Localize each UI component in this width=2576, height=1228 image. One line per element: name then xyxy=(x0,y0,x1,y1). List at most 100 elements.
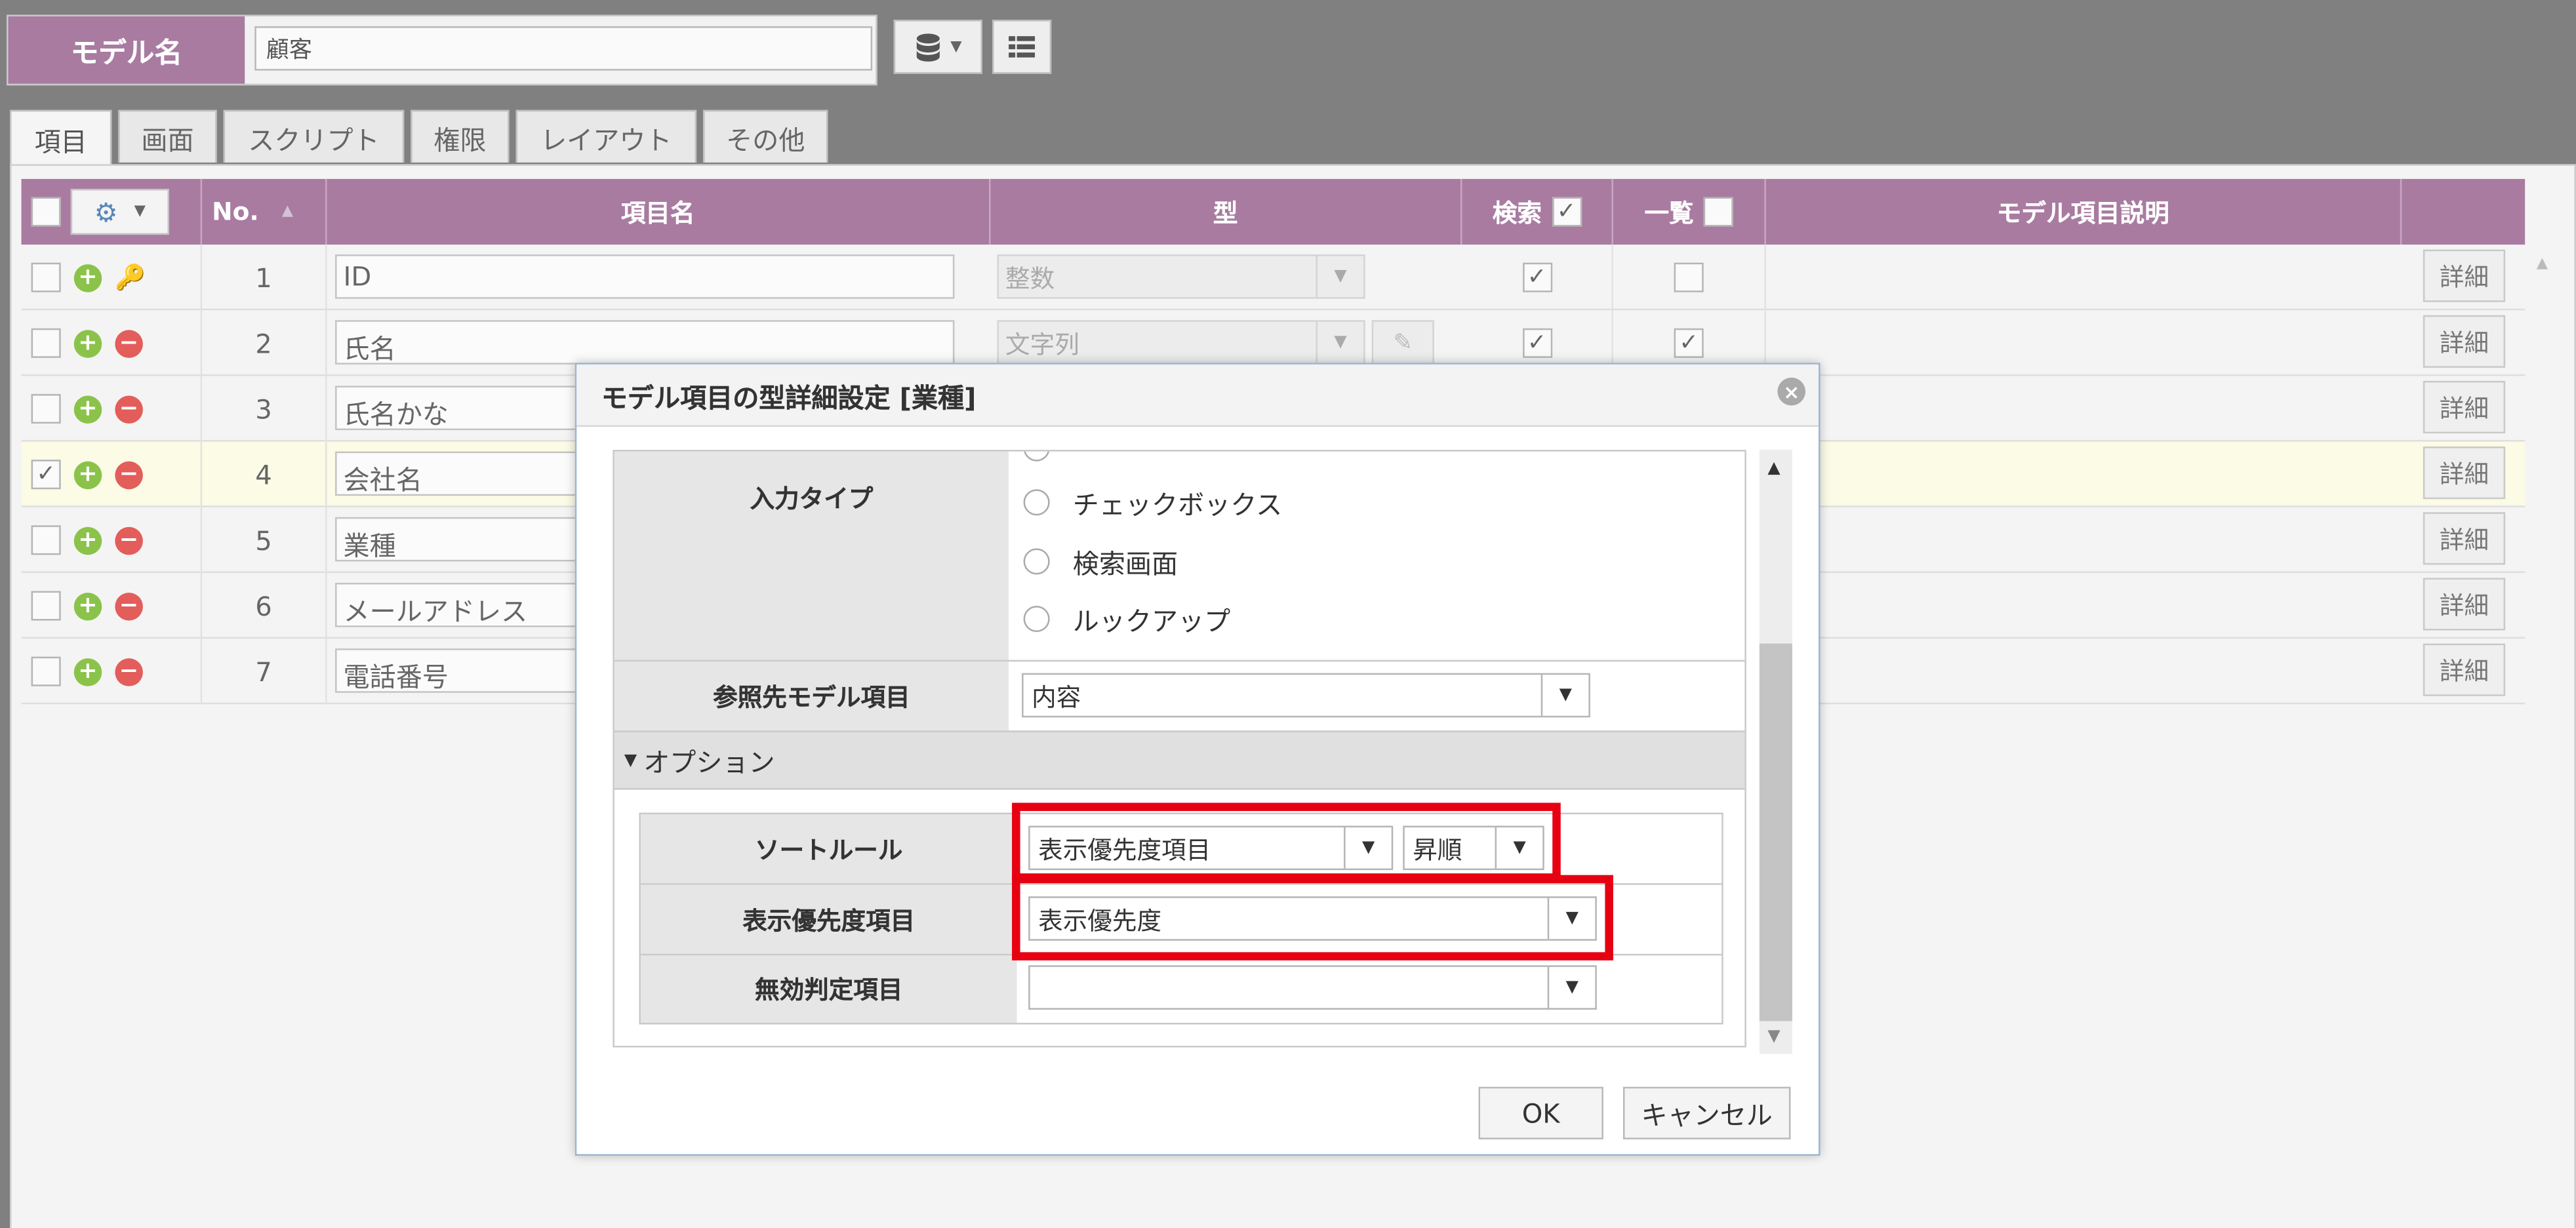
type-detail-dialog: モデル項目の型詳細設定 [業種] × 入力タイプ チェックボックス 検索画面 ル… xyxy=(574,363,1821,1156)
tab-other[interactable]: その他 xyxy=(703,109,828,163)
chevron-down-icon: ▼ xyxy=(1540,675,1589,716)
header-item-name: 項目名 xyxy=(327,178,991,245)
remove-icon[interactable]: − xyxy=(115,460,143,488)
detail-button[interactable]: 詳細 xyxy=(2423,643,2506,696)
cancel-button[interactable]: キャンセル xyxy=(1622,1086,1791,1139)
chevron-down-icon: ▼ xyxy=(950,38,962,55)
ok-button[interactable]: OK xyxy=(1478,1086,1603,1139)
chevron-down-icon: ▼ xyxy=(1316,321,1364,363)
caret-down-icon: ▼ xyxy=(624,751,637,770)
sort-asc-icon: ▲ xyxy=(281,203,294,220)
row-checkbox[interactable] xyxy=(31,525,61,555)
priority-label: 表示優先度項目 xyxy=(640,884,1017,954)
row-checkbox[interactable] xyxy=(31,591,61,621)
row-number: 7 xyxy=(202,639,327,705)
list-all-checkbox[interactable] xyxy=(1703,197,1733,227)
model-name-input[interactable]: 顧客 xyxy=(254,26,873,71)
search-checkbox[interactable]: ✓ xyxy=(1521,262,1552,292)
select-all-checkbox[interactable] xyxy=(31,197,61,227)
model-name-label: モデル名 xyxy=(8,16,245,84)
invalid-flag-select[interactable]: ▼ xyxy=(1028,965,1597,1010)
tab-items[interactable]: 項目 xyxy=(10,109,112,166)
list-view-button[interactable] xyxy=(992,20,1052,74)
database-menu-button[interactable]: ▼ xyxy=(893,20,982,74)
dialog-scrollbar-thumb[interactable] xyxy=(1759,643,1792,1021)
gear-menu-button[interactable]: ⚙ ▼ xyxy=(70,188,170,235)
invalid-flag-label: 無効判定項目 xyxy=(640,955,1017,1023)
radio-button[interactable] xyxy=(1023,548,1050,575)
radio-lookup-option[interactable]: ルックアップ xyxy=(1023,599,1230,639)
row-checkbox[interactable]: ✓ xyxy=(31,460,61,490)
header-list: 一覧 xyxy=(1613,178,1766,245)
item-name-input[interactable]: ID xyxy=(335,254,955,299)
list-icon xyxy=(1009,35,1036,57)
detail-button[interactable]: 詳細 xyxy=(2423,578,2506,631)
radio-button[interactable] xyxy=(1023,489,1050,516)
header-select-cell: ⚙ ▼ xyxy=(22,178,203,245)
radio-search-option[interactable]: 検索画面 xyxy=(1023,542,1178,581)
add-icon[interactable]: + xyxy=(73,657,102,686)
close-icon[interactable]: × xyxy=(1777,377,1805,406)
dialog-title: モデル項目の型詳細設定 [業種] xyxy=(576,364,1819,427)
search-all-checkbox[interactable]: ✓ xyxy=(1551,197,1582,227)
radio-button[interactable] xyxy=(1023,605,1050,633)
page-scroll-up-icon[interactable]: ▲ xyxy=(2537,256,2548,273)
key-icon: 🔑 xyxy=(115,262,146,292)
tab-screen[interactable]: 画面 xyxy=(118,109,217,163)
row-checkbox[interactable] xyxy=(31,262,61,292)
model-name-bar: モデル名 顧客 xyxy=(7,14,877,86)
type-settings-icon[interactable]: ✎ xyxy=(1371,320,1434,365)
add-icon[interactable]: + xyxy=(73,329,102,357)
add-icon[interactable]: + xyxy=(73,591,102,620)
tab-permission[interactable]: 権限 xyxy=(411,109,510,163)
item-name-input[interactable]: 氏名 xyxy=(335,320,955,365)
row-number: 2 xyxy=(202,310,327,376)
ref-field-select[interactable]: 内容 ▼ xyxy=(1022,673,1590,718)
search-checkbox[interactable]: ✓ xyxy=(1521,328,1552,358)
highlight-priority xyxy=(1012,875,1613,961)
header-type: 型 xyxy=(991,178,1462,245)
detail-button[interactable]: 詳細 xyxy=(2423,446,2506,500)
list-checkbox[interactable]: ✓ xyxy=(1674,328,1704,358)
row-number: 5 xyxy=(202,507,327,573)
detail-button[interactable]: 詳細 xyxy=(2423,380,2506,434)
row-number: 4 xyxy=(202,441,327,507)
options-toggle[interactable]: ▼ オプション xyxy=(614,730,1745,790)
add-icon[interactable]: + xyxy=(73,395,102,423)
grid-header: ⚙ ▼ No. ▲ 項目名 型 検索 ✓ 一覧 モデル項目説明 xyxy=(21,178,2526,245)
remove-icon[interactable]: − xyxy=(115,591,143,620)
radio-checkbox-option[interactable]: チェックボックス xyxy=(1023,483,1282,522)
input-type-label: 入力タイプ xyxy=(614,451,1009,660)
scroll-down-icon[interactable]: ▼ xyxy=(1767,1028,1780,1046)
row-checkbox[interactable] xyxy=(31,393,61,424)
database-icon xyxy=(916,33,939,61)
row-checkbox[interactable] xyxy=(31,328,61,358)
chevron-down-icon: ▼ xyxy=(1547,966,1596,1008)
highlight-sort-rule xyxy=(1012,802,1561,882)
tab-script[interactable]: スクリプト xyxy=(223,109,405,163)
detail-button[interactable]: 詳細 xyxy=(2423,315,2506,368)
detail-button[interactable]: 詳細 xyxy=(2423,512,2506,565)
tab-layout[interactable]: レイアウト xyxy=(515,109,697,163)
gears-icon: ⚙ xyxy=(94,196,118,228)
scroll-up-icon[interactable]: ▲ xyxy=(1767,460,1780,478)
remove-icon[interactable]: − xyxy=(115,526,143,555)
radio-option-hidden[interactable] xyxy=(1023,451,1050,462)
ref-field-label: 参照先モデル項目 xyxy=(614,662,1009,731)
sort-rule-label: ソートルール xyxy=(640,814,1017,884)
header-no[interactable]: No. ▲ xyxy=(202,178,327,245)
chevron-down-icon: ▼ xyxy=(1316,256,1364,298)
type-select: 整数 ▼ xyxy=(997,254,1365,299)
add-icon[interactable]: + xyxy=(73,526,102,555)
detail-button[interactable]: 詳細 xyxy=(2423,249,2506,302)
table-row: + 🔑 1 ID 整数 ▼ ✓ 詳細 xyxy=(21,245,2526,311)
add-icon[interactable]: + xyxy=(73,263,102,292)
chevron-down-icon: ▼ xyxy=(134,203,146,220)
add-icon[interactable]: + xyxy=(73,460,102,488)
remove-icon[interactable]: − xyxy=(115,395,143,423)
remove-icon[interactable]: − xyxy=(115,329,143,357)
type-select: 文字列 ▼ xyxy=(997,320,1365,365)
row-checkbox[interactable] xyxy=(31,656,61,686)
remove-icon[interactable]: − xyxy=(115,657,143,686)
list-checkbox[interactable] xyxy=(1674,262,1704,292)
